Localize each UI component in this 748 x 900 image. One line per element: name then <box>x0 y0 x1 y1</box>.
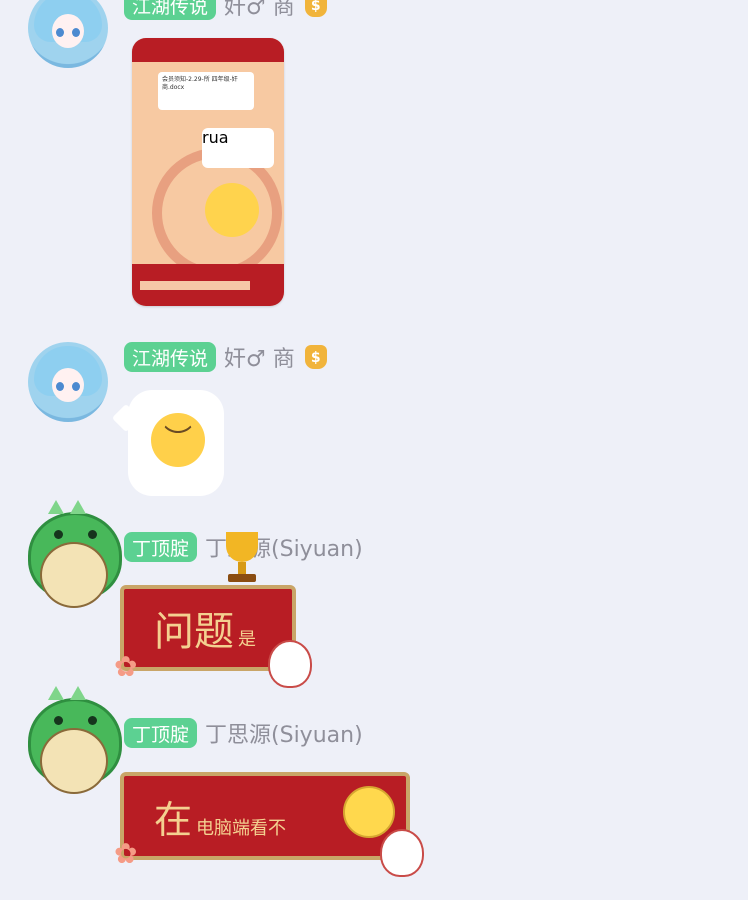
trophy-stem <box>238 562 246 574</box>
trophy-cup <box>226 532 258 562</box>
dinosaur-spike-icon <box>48 686 64 700</box>
member-badge: 丁顶腚 <box>124 718 198 748</box>
user-avatar[interactable] <box>28 342 108 422</box>
trophy-icon <box>218 532 266 584</box>
cat-sticker-icon <box>268 640 312 688</box>
moneybag-icon: $ <box>304 345 327 369</box>
screenshot-sticker[interactable]: 会员须知-2.29-所 四年级-奸商.docx rua <box>132 38 284 306</box>
avatar-left-eye <box>56 382 64 391</box>
sticker-preview: rua <box>202 128 274 168</box>
user-avatar[interactable] <box>28 0 108 68</box>
flower-icon: ✿ <box>114 650 138 683</box>
banner-main-text: 问题 <box>154 609 234 655</box>
dinosaur-spike-icon <box>70 500 86 514</box>
dinosaur-avatar[interactable] <box>20 500 122 618</box>
avatar-right-eye <box>72 382 80 391</box>
dinosaur-spike-icon <box>48 500 64 514</box>
sender-line: 江湖传说 奸♂ 商 $ <box>124 340 327 374</box>
dinosaur-face <box>40 542 108 608</box>
phone-title-bar <box>132 38 284 62</box>
dinosaur-face <box>40 728 108 794</box>
avatar-right-eye <box>72 28 80 37</box>
surprised-emoji-icon <box>205 183 259 237</box>
cat-sticker-icon <box>380 829 424 877</box>
avatar-left-eye <box>56 28 64 37</box>
sender-name[interactable]: 奸♂ 商 <box>224 0 295 21</box>
flower-icon: ✿ <box>114 837 138 870</box>
file-card: 会员须知-2.29-所 四年级-奸商.docx <box>158 72 254 110</box>
moneybag-icon: $ <box>304 0 327 17</box>
dinosaur-spike-icon <box>70 686 86 700</box>
sender-line: 丁顶腚 丁思源(Siyuan) <box>124 716 363 750</box>
dinosaur-right-eye <box>88 716 97 725</box>
banner-small-text: 是 <box>238 629 256 650</box>
dinosaur-right-eye <box>88 530 97 539</box>
member-badge: 江湖传说 <box>124 342 217 372</box>
sender-line: 江湖传说 奸♂ 商 $ <box>124 0 327 22</box>
member-badge: 丁顶腚 <box>124 532 198 562</box>
emoji-message-bubble[interactable]: ︶ <box>128 390 224 496</box>
dinosaur-avatar[interactable] <box>20 686 122 804</box>
trophy-base <box>228 574 256 582</box>
sad-face-icon: ︶ <box>151 413 205 467</box>
sender-name[interactable]: 丁思源(Siyuan) <box>205 717 363 749</box>
grinning-face-icon <box>343 786 395 838</box>
banner-small-text: 电脑端看不 <box>196 818 287 839</box>
dinosaur-left-eye <box>54 716 63 725</box>
dinosaur-left-eye <box>54 530 63 539</box>
phone-text-field <box>140 281 250 290</box>
sender-name[interactable]: 奸♂ 商 <box>224 341 295 373</box>
member-badge: 江湖传说 <box>124 0 217 20</box>
banner-main-text: 在 <box>154 797 193 842</box>
